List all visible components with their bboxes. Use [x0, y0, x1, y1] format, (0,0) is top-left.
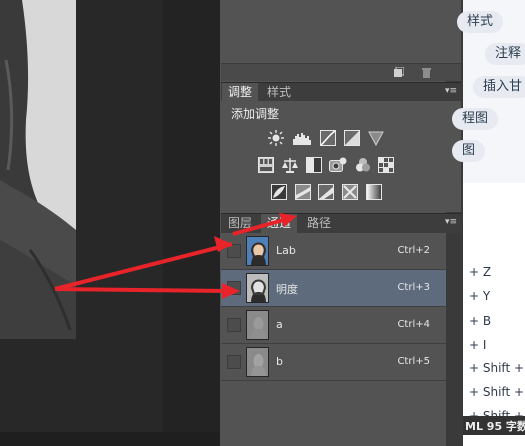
annotation-arrows: [54, 213, 297, 299]
arrow-head: [222, 283, 240, 299]
arrow-head: [279, 213, 297, 227]
arrow-to-lightness: [54, 287, 229, 293]
arrow-to-lab: [54, 242, 233, 291]
screenshot: 调整 样式 ▾≡ 添加调整 图层 通道 路径 ▾≡ Lab Ctrl+2 明度 …: [0, 0, 525, 446]
arrow-to-channels-tab: [232, 217, 288, 236]
